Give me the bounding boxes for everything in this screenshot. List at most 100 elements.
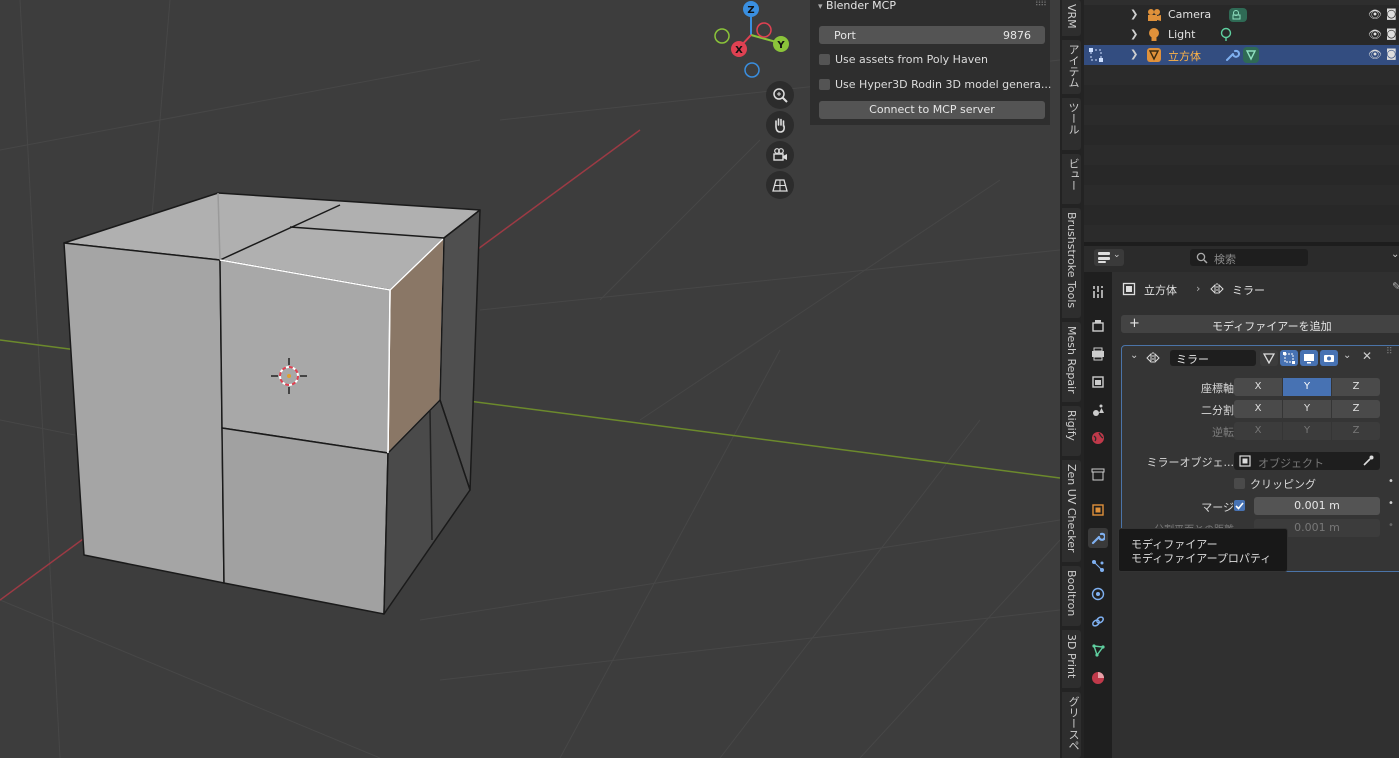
light-data-icon[interactable] — [1218, 27, 1234, 43]
render-tab-icon[interactable] — [1088, 316, 1108, 336]
eyedropper-icon[interactable] — [1362, 455, 1374, 467]
bisect-z-toggle[interactable]: Z — [1332, 400, 1380, 418]
drag-handle-icon[interactable]: ⠿ — [1386, 347, 1393, 357]
add-modifier-button[interactable]: + モディファイアーを追加 — [1121, 315, 1399, 333]
axis-x-toggle[interactable]: X — [1234, 378, 1282, 396]
connect-mcp-button[interactable]: Connect to MCP server — [819, 101, 1045, 119]
world-tab-icon[interactable] — [1088, 428, 1108, 448]
wrench-icon[interactable] — [1224, 47, 1240, 63]
bisect-x-toggle[interactable]: X — [1234, 400, 1282, 418]
edit-cage-icon[interactable] — [1260, 350, 1278, 366]
tab-mesh-repair[interactable]: Mesh Repair — [1062, 322, 1081, 402]
material-tab-icon[interactable] — [1088, 668, 1108, 688]
chevron-down-icon: ⌄ — [1113, 250, 1121, 260]
poly-haven-checkbox[interactable]: Use assets from Poly Haven — [819, 52, 1049, 68]
port-field[interactable]: Port 9876 — [819, 26, 1045, 44]
checkbox[interactable] — [819, 54, 830, 65]
object-icon — [1122, 282, 1136, 296]
render-camera-icon[interactable]: ◙ — [1386, 7, 1397, 20]
viewport-toggle-icon[interactable] — [1300, 350, 1318, 366]
clipping-checkbox[interactable] — [1234, 478, 1245, 489]
constraints-tab-icon[interactable] — [1088, 612, 1108, 632]
pin-icon[interactable]: ✎ — [1392, 280, 1399, 293]
flip-z-toggle[interactable]: Z — [1332, 422, 1380, 440]
tab-item[interactable]: アイテム — [1062, 40, 1081, 94]
tool-tab-icon[interactable] — [1088, 282, 1108, 302]
tab-zen-uv-checker[interactable]: Zen UV Checker — [1062, 460, 1081, 562]
axis-y-toggle[interactable]: Y — [1283, 378, 1331, 396]
outliner-item-cube[interactable]: ❯ 立方体 👁 ◙ — [1084, 45, 1399, 65]
tab-rigify[interactable]: Rigify — [1062, 406, 1081, 456]
editor-type-dropdown[interactable]: ⌄ — [1094, 249, 1124, 266]
tab-grease-pencil[interactable]: グリースペ — [1062, 692, 1081, 758]
tab-tool[interactable]: ツール — [1062, 98, 1081, 150]
tab-label: Rigify — [1065, 410, 1078, 441]
tab-view[interactable]: ビュー — [1062, 154, 1081, 204]
properties-editor-icon — [1098, 252, 1110, 263]
select-box-icon[interactable] — [1088, 47, 1104, 63]
tab-booltron[interactable]: Booltron — [1062, 566, 1081, 626]
eye-icon[interactable]: 👁 — [1368, 48, 1382, 61]
modifier-name-field[interactable]: ミラー — [1170, 350, 1256, 366]
hand-pan-icon[interactable] — [766, 111, 794, 139]
checkbox[interactable] — [819, 79, 830, 90]
tab-label: ビュー — [1067, 158, 1080, 191]
close-icon[interactable]: ✕ — [1362, 349, 1372, 363]
axis-z-toggle[interactable]: Z — [1332, 378, 1380, 396]
camera-view-icon[interactable] — [766, 141, 794, 169]
modifier-tab-icon[interactable] — [1088, 528, 1108, 548]
editmode-toggle-icon[interactable] — [1280, 350, 1298, 366]
bisect-y-toggle[interactable]: Y — [1283, 400, 1331, 418]
outliner-item-light[interactable]: ❯ Light 👁 ◙ — [1084, 25, 1399, 45]
chevron-down-icon[interactable]: ⌄ — [1391, 249, 1399, 260]
render-camera-icon[interactable]: ◙ — [1386, 47, 1397, 60]
keyframe-dot-icon[interactable]: • — [1388, 476, 1394, 487]
hyper3d-checkbox[interactable]: Use Hyper3D Rodin 3D model genera... — [819, 77, 1051, 93]
mirror-object-field[interactable]: オブジェクト — [1234, 452, 1380, 470]
tab-label: 3D Print — [1065, 634, 1078, 679]
chevron-right-icon[interactable]: ❯ — [1130, 29, 1138, 40]
merge-distance-field[interactable]: 0.001 m — [1254, 497, 1380, 515]
properties-main: 立方体 › ミラー ✎ + モディファイアーを追加 ⌄ ミラー ⌄ ✕ ⠿ 座標… — [1112, 272, 1399, 758]
chevron-right-icon[interactable]: ❯ — [1130, 49, 1138, 60]
particles-tab-icon[interactable] — [1088, 556, 1108, 576]
mirror-modifier-icon — [1210, 283, 1224, 295]
chevron-down-icon: ▾ — [818, 2, 823, 12]
render-toggle-icon[interactable] — [1320, 350, 1338, 366]
chevron-right-icon[interactable]: ❯ — [1130, 9, 1138, 20]
tab-brushstroke-tools[interactable]: Brushstroke Tools — [1062, 208, 1081, 318]
merge-checkbox[interactable] — [1234, 500, 1245, 511]
blender-mcp-panel: ▾ Blender MCP ⠿⠿ Port 9876 Use assets fr… — [810, 0, 1051, 125]
chevron-down-icon[interactable]: ⌄ — [1130, 350, 1138, 361]
merge-label: マージ — [1201, 501, 1234, 514]
collection-tab-icon[interactable] — [1088, 464, 1108, 484]
drag-handle-icon[interactable]: ⠿⠿ — [1035, 0, 1047, 9]
navigation-gizmo[interactable]: Z Y X — [700, 0, 810, 90]
zoom-icon[interactable] — [766, 81, 794, 109]
object-tab-icon[interactable] — [1088, 500, 1108, 520]
keyframe-dot-icon[interactable]: • — [1388, 498, 1394, 509]
tab-label: Mesh Repair — [1065, 326, 1078, 394]
tab-vrm[interactable]: VRM — [1062, 0, 1081, 36]
eye-icon[interactable]: 👁 — [1368, 28, 1382, 41]
view-layer-tab-icon[interactable] — [1088, 372, 1108, 392]
tab-3d-print[interactable]: 3D Print — [1062, 630, 1081, 688]
scene-tab-icon[interactable] — [1088, 400, 1108, 420]
eye-icon[interactable]: 👁 — [1368, 8, 1382, 21]
physics-tab-icon[interactable] — [1088, 584, 1108, 604]
panel-header[interactable]: ▾ Blender MCP — [818, 0, 896, 14]
render-camera-icon[interactable]: ◙ — [1386, 27, 1397, 40]
data-tab-icon[interactable] — [1088, 640, 1108, 660]
grid-ortho-icon[interactable] — [766, 171, 794, 199]
3d-viewport[interactable]: Z Y X ▾ Blender MCP ⠿⠿ Port 9876 Use ass… — [0, 0, 1060, 758]
tab-label: Booltron — [1065, 570, 1078, 617]
keyframe-dot-icon[interactable]: • — [1388, 520, 1394, 531]
flip-x-toggle[interactable]: X — [1234, 422, 1282, 440]
camera-data-icon[interactable] — [1228, 7, 1248, 23]
search-input[interactable]: 検索 — [1190, 249, 1308, 266]
outliner-item-camera[interactable]: ❯ Camera 👁 ◙ — [1084, 5, 1399, 25]
output-tab-icon[interactable] — [1088, 344, 1108, 364]
mesh-data-icon[interactable] — [1242, 46, 1260, 64]
chevron-down-icon[interactable]: ⌄ — [1343, 350, 1351, 361]
flip-y-toggle[interactable]: Y — [1283, 422, 1331, 440]
